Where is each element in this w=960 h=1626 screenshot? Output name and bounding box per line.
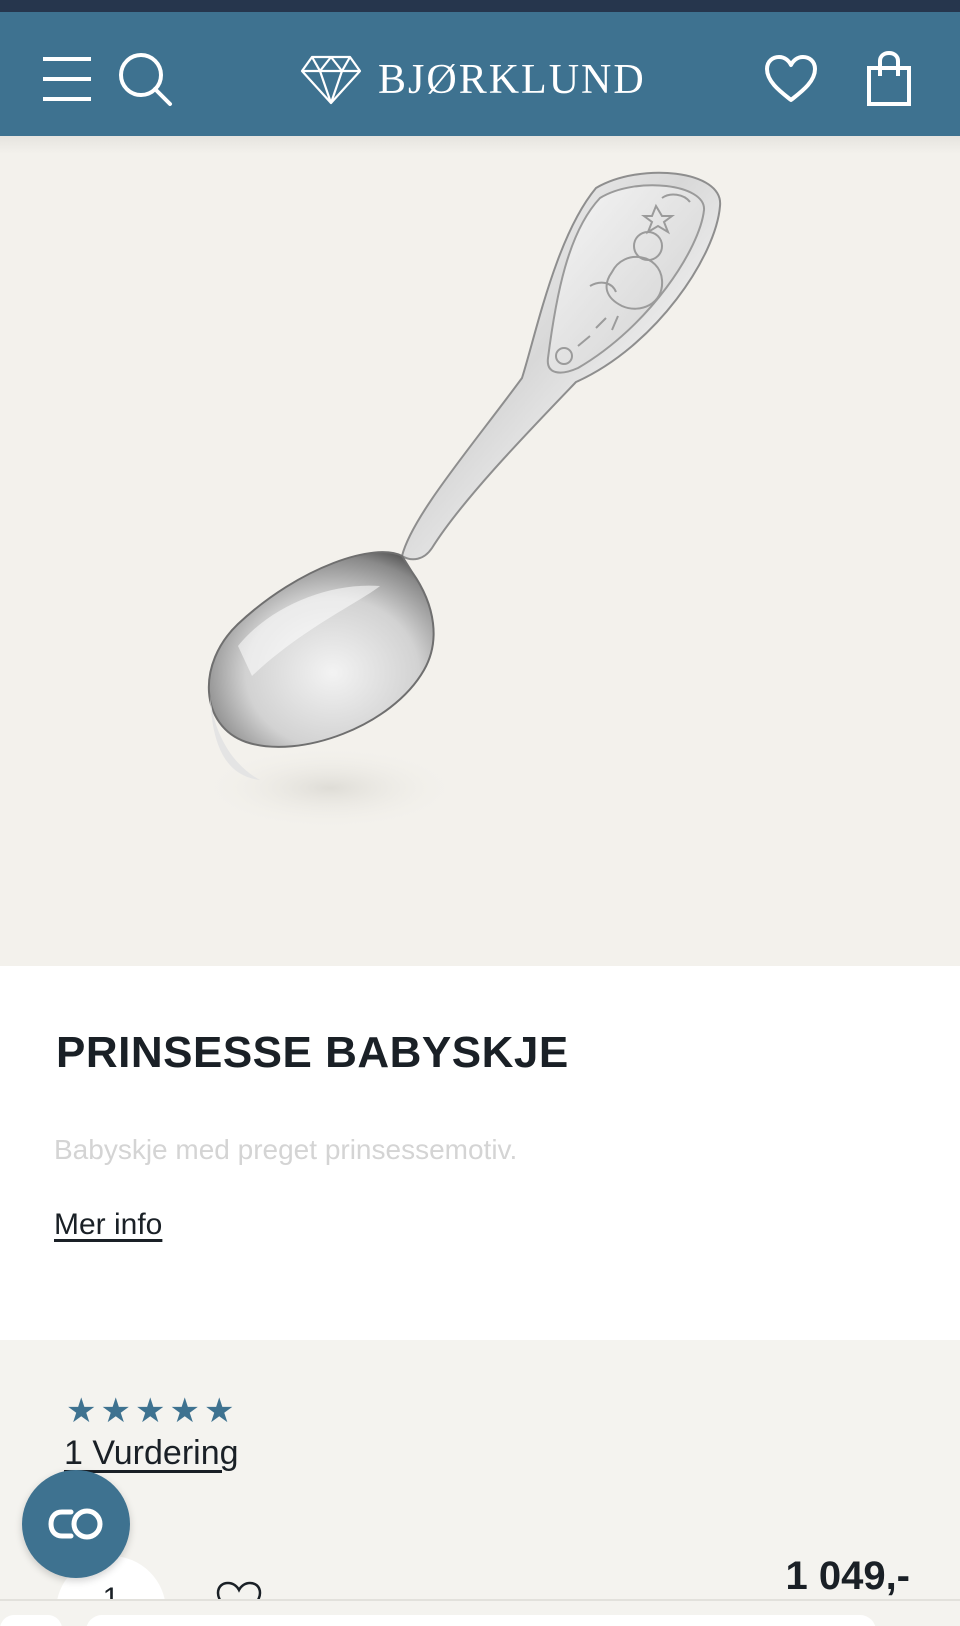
reviews-link[interactable]: 1 Vurdering <box>64 1434 239 1473</box>
site-header: BJØRKLUND <box>0 12 960 136</box>
brand-logo[interactable]: BJØRKLUND <box>300 52 646 108</box>
star-icon: ★ <box>169 1392 200 1430</box>
hamburger-menu-icon <box>43 57 91 101</box>
more-info-link[interactable]: Mer info <box>54 1208 162 1242</box>
purchase-panel: ★ ★ ★ ★ ★ 1 Vurdering 1 1 049,- <box>0 1340 960 1626</box>
star-icon: ★ <box>100 1392 131 1430</box>
diamond-logo-icon <box>300 55 362 105</box>
search-icon <box>119 53 172 106</box>
product-title: PRINSESSE BABYSKJE <box>56 1028 569 1077</box>
brand-name: BJØRKLUND <box>378 57 646 103</box>
search-button[interactable] <box>114 48 176 110</box>
chat-button[interactable] <box>22 1470 130 1578</box>
rating-stars[interactable]: ★ ★ ★ ★ ★ <box>66 1394 234 1428</box>
shopping-bag-icon <box>867 51 911 106</box>
chat-link-icon <box>48 1508 103 1540</box>
star-icon: ★ <box>66 1392 97 1430</box>
product-image-area[interactable] <box>0 136 960 966</box>
product-description: Babyskje med preget prinsessemotiv. <box>54 1134 518 1165</box>
toolbar-button[interactable] <box>0 1615 62 1626</box>
star-icon: ★ <box>134 1392 166 1430</box>
star-icon: ★ <box>203 1392 235 1430</box>
cart-button[interactable] <box>858 46 920 112</box>
product-price: 1 049,- <box>785 1554 910 1598</box>
add-to-cart-bar[interactable] <box>86 1615 876 1626</box>
product-page: BJØRKLUND PRINSESSE BABYSKJE Babyskje me… <box>0 0 960 1626</box>
product-info: PRINSESSE BABYSKJE Babyskje med preget p… <box>0 966 960 1340</box>
status-strip <box>0 0 960 12</box>
menu-button[interactable] <box>36 48 98 110</box>
bottom-toolbar <box>0 1599 960 1626</box>
heart-icon <box>765 55 817 102</box>
silver-baby-spoon-image <box>200 171 722 830</box>
favorites-button[interactable] <box>756 48 826 110</box>
